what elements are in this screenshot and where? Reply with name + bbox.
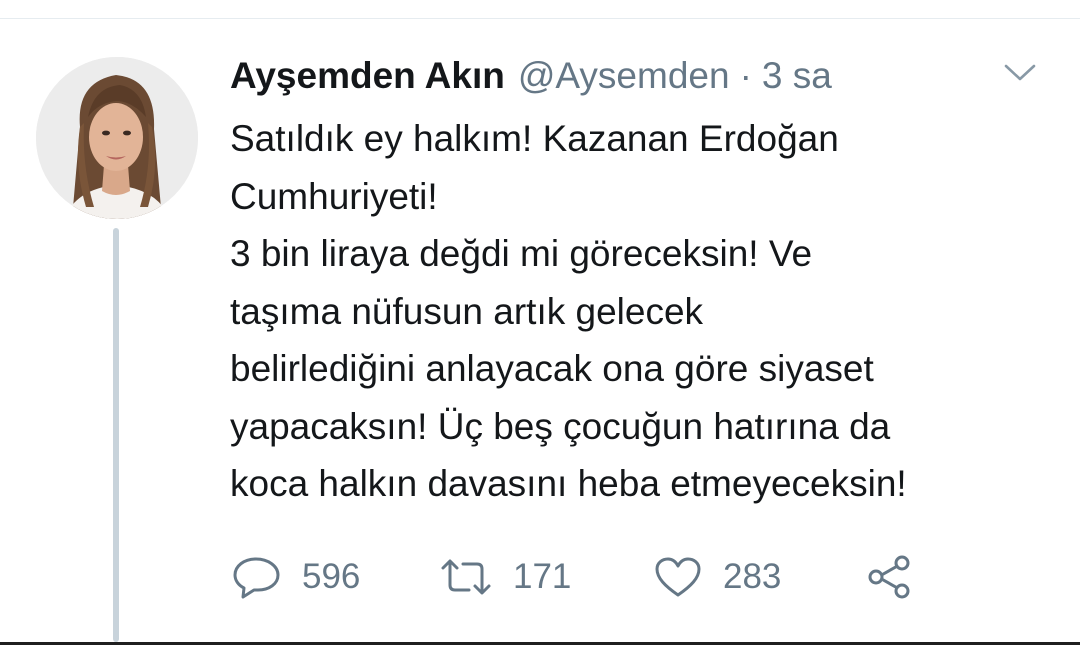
heart-icon	[653, 555, 703, 599]
thread-line	[113, 228, 119, 642]
display-name[interactable]: Ayşemden Akın	[230, 55, 505, 97]
share-icon	[865, 553, 913, 601]
tweet-text-line: yapacaksın! Üç beş çocuğun hatırına da	[230, 405, 891, 447]
avatar[interactable]	[36, 57, 198, 219]
tweet-actions: 596 171 283	[232, 551, 913, 603]
top-divider	[0, 18, 1080, 19]
timestamp[interactable]: 3 sa	[762, 55, 832, 97]
user-handle[interactable]: @Aysemden	[518, 55, 730, 97]
avatar-photo	[36, 57, 198, 219]
tweet-text-line: belirlediğini anlayacak ona göre siyaset	[230, 348, 874, 389]
tweet-text-line: koca halkın davasını heba etmeyeceksin!	[230, 463, 907, 504]
tweet-text: Satıldık ey halkım! Kazanan Erdoğan Cumh…	[230, 110, 1060, 513]
tweet-text-line: taşıma nüfusun artık gelecek	[230, 290, 704, 332]
like-button[interactable]: 283	[653, 555, 865, 599]
chevron-down-icon	[1003, 63, 1037, 88]
reply-count: 596	[302, 557, 361, 596]
tweet-text-line: 3 bin liraya değdi mi göreceksin! Ve	[230, 233, 813, 274]
separator-dot: ·	[739, 55, 752, 96]
retweet-count: 171	[513, 557, 572, 596]
tweet-header: Ayşemden Akın @Aysemden · 3 sa	[230, 50, 832, 102]
reply-icon	[232, 555, 282, 599]
retweet-button[interactable]: 171	[439, 557, 653, 597]
share-button[interactable]	[865, 553, 913, 601]
retweet-icon	[439, 557, 493, 597]
reply-button[interactable]: 596	[232, 555, 439, 599]
like-count: 283	[723, 557, 782, 596]
tweet-text-line: Cumhuriyeti!	[230, 175, 438, 217]
more-options-button[interactable]	[1000, 60, 1040, 90]
tweet-text-line: Satıldık ey halkım! Kazanan Erdoğan	[230, 118, 839, 159]
